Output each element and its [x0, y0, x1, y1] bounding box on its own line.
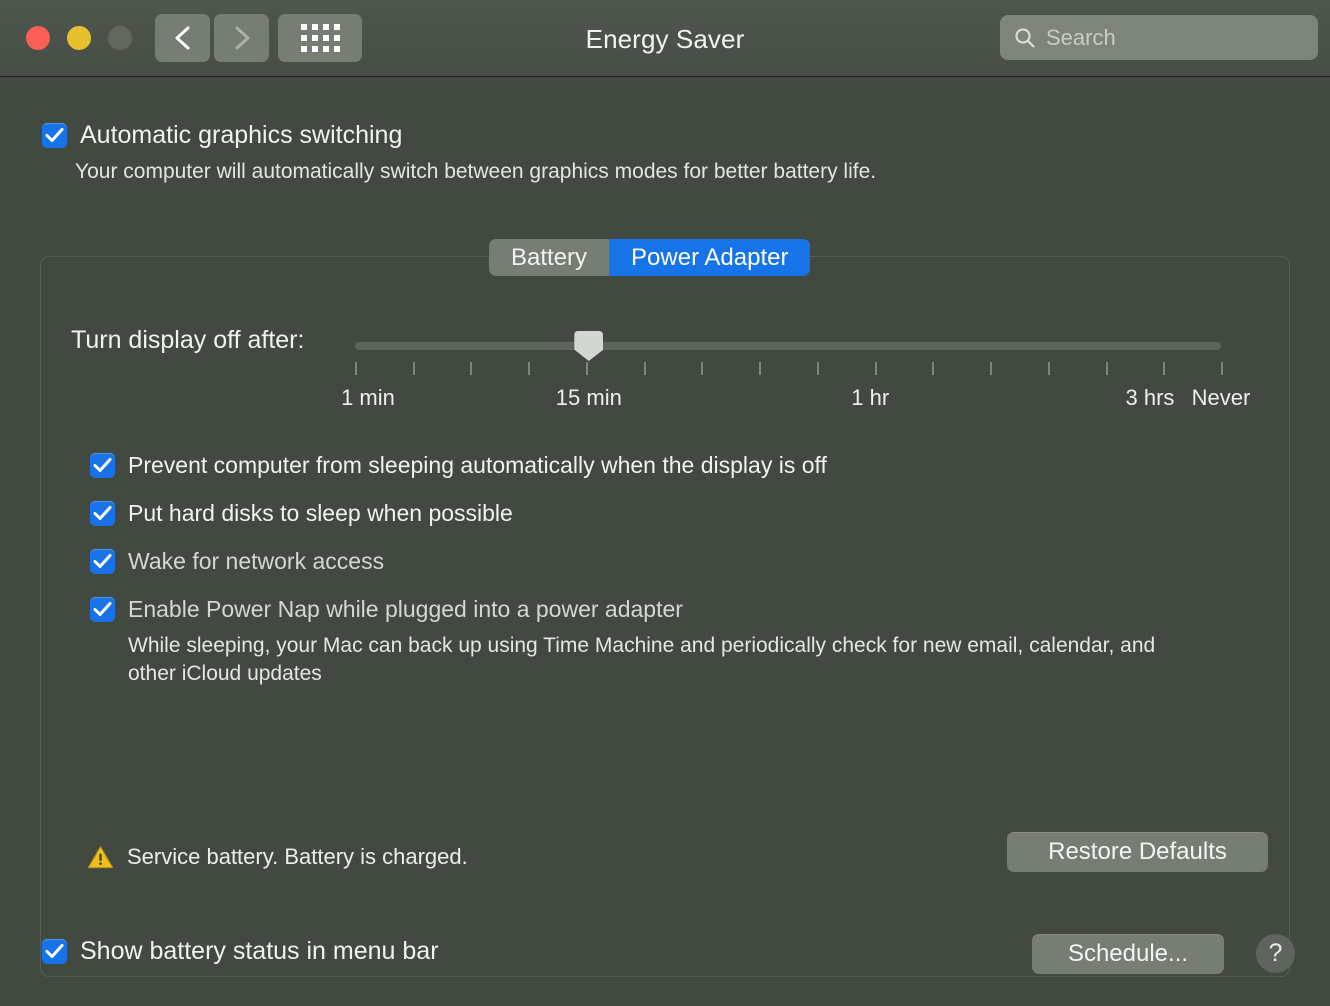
battery-status-text: Service battery. Battery is charged.: [127, 844, 468, 869]
power-option-checkbox[interactable]: [90, 597, 115, 622]
slider-tick: [816, 362, 819, 375]
slider-tick: [759, 362, 762, 375]
slider-tick: [470, 362, 473, 375]
schedule-button[interactable]: Schedule...: [1032, 934, 1224, 974]
power-option-checkbox[interactable]: [90, 549, 115, 574]
display-sleep-tick-labels: 1 min 15 min 1 hr 3 hrs Never: [0, 385, 1330, 413]
show-battery-status-checkbox[interactable]: [42, 939, 67, 964]
checkmark-icon: [93, 458, 112, 472]
display-sleep-slider-ticks: [355, 362, 1223, 375]
power-option-checkbox[interactable]: [90, 501, 115, 526]
slider-tick: [355, 362, 357, 375]
automatic-graphics-switching-checkbox[interactable]: [42, 123, 67, 148]
window-toolbar: Energy Saver: [0, 0, 1330, 77]
power-option-row[interactable]: Put hard disks to sleep when possible: [90, 500, 1240, 527]
restore-defaults-button[interactable]: Restore Defaults: [1007, 832, 1268, 872]
power-option-description: While sleeping, your Mac can back up usi…: [128, 634, 1156, 686]
slider-tick-label: Never: [1191, 385, 1251, 410]
power-option-label: Put hard disks to sleep when possible: [128, 500, 513, 526]
power-options-list: Prevent computer from sleeping automatic…: [90, 452, 1240, 689]
slider-tick: [412, 362, 415, 375]
slider-tick: [1221, 362, 1223, 375]
slider-tick: [701, 362, 704, 375]
checkmark-icon: [45, 944, 64, 958]
slider-tick: [528, 362, 531, 375]
search-icon: [1015, 27, 1035, 48]
slider-tick: [643, 362, 646, 375]
power-option-row[interactable]: Enable Power Nap while plugged into a po…: [90, 596, 1240, 623]
checkmark-icon: [45, 128, 64, 142]
slider-tick: [585, 362, 588, 375]
slider-tick-label: 1 min: [341, 385, 395, 410]
energy-saver-window: Energy Saver Automatic graphics switchin…: [0, 0, 1330, 1006]
checkmark-icon: [93, 602, 112, 616]
help-button[interactable]: ?: [1256, 934, 1295, 973]
tab-power-adapter[interactable]: Power Adapter: [609, 239, 811, 276]
warning-triangle-icon: [87, 845, 114, 868]
search-field[interactable]: [1000, 15, 1318, 60]
slider-tick: [874, 362, 877, 375]
slider-tick: [990, 362, 993, 375]
show-battery-status-label: Show battery status in menu bar: [80, 937, 439, 965]
slider-tick: [932, 362, 935, 375]
power-option-label: Prevent computer from sleeping automatic…: [128, 452, 827, 478]
slider-tick: [1105, 362, 1108, 375]
automatic-graphics-switching-label: Automatic graphics switching: [80, 121, 403, 149]
battery-status: Service battery. Battery is charged.: [87, 844, 468, 870]
power-option-row[interactable]: Prevent computer from sleeping automatic…: [90, 452, 1240, 479]
power-option-row[interactable]: Wake for network access: [90, 548, 1240, 575]
slider-tick-label: 3 hrs: [1125, 385, 1175, 410]
power-option-label: Enable Power Nap while plugged into a po…: [128, 596, 683, 622]
display-sleep-label: Turn display off after:: [71, 326, 305, 354]
slider-tick: [1047, 362, 1050, 375]
slider-tick-label: 1 hr: [851, 385, 890, 410]
checkmark-icon: [93, 554, 112, 568]
slider-tick-label: 15 min: [555, 385, 622, 410]
automatic-graphics-switching-row[interactable]: Automatic graphics switching: [42, 121, 402, 150]
search-input[interactable]: [1046, 24, 1296, 51]
checkmark-icon: [93, 506, 112, 520]
power-option-checkbox[interactable]: [90, 453, 115, 478]
automatic-graphics-switching-description: Your computer will automatically switch …: [75, 160, 877, 183]
power-option-label: Wake for network access: [128, 548, 385, 574]
preferences-content: Automatic graphics switching Your comput…: [0, 77, 1330, 1006]
power-source-tabs: Battery Power Adapter: [489, 239, 811, 276]
tab-battery[interactable]: Battery: [489, 239, 610, 276]
display-sleep-slider-track[interactable]: [355, 342, 1221, 350]
show-battery-status-row[interactable]: Show battery status in menu bar: [42, 937, 439, 966]
slider-tick: [1163, 362, 1166, 375]
